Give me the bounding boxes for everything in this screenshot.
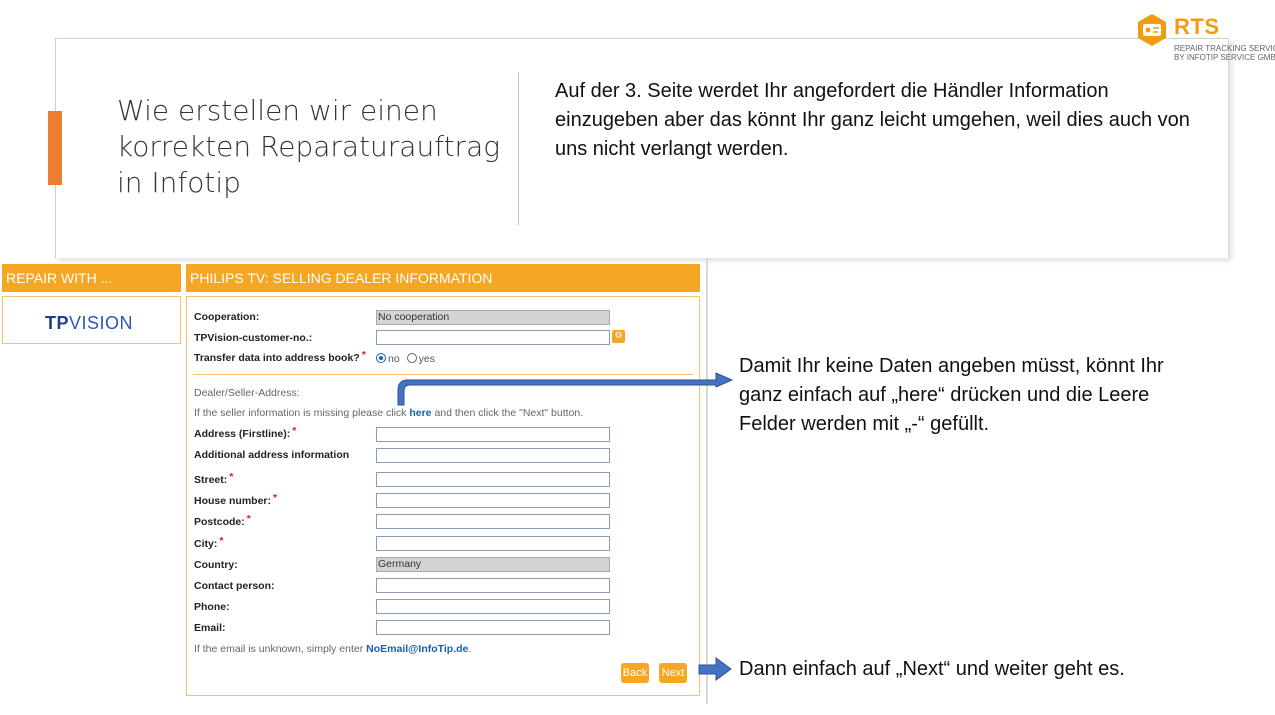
radio-yes[interactable] (406, 353, 417, 363)
street-label: Street: * (194, 471, 234, 486)
next-annotation: Dann einfach auf „Next“ und weiter geht … (739, 658, 1125, 680)
brand-selector-panel[interactable]: TPVISION (2, 296, 181, 344)
customer-search-icon[interactable]: ⚙ (612, 330, 625, 343)
address-label: Address (Firstline): * (194, 425, 297, 440)
transfer-label-text: Transfer data into address book? (194, 352, 360, 364)
title-accent-bar (48, 111, 62, 185)
house-label-text: House number: (194, 495, 272, 507)
city-input[interactable] (376, 536, 610, 551)
customer-no-label: TPVision-customer-no.: (194, 332, 313, 344)
required-mark: * (273, 492, 278, 504)
email-hint-before: If the email is unknown, simply enter (194, 643, 364, 655)
country-field: Germany (376, 557, 610, 572)
house-number-label: House number: * (194, 492, 278, 507)
postcode-label: Postcode: * (194, 513, 251, 528)
house-number-input[interactable] (376, 493, 610, 508)
rts-logo-subtitle-line2: BY INFOTIP SERVICE GMBH (1174, 53, 1275, 62)
missing-hint-before: If the seller information is missing ple… (194, 407, 407, 419)
slide-divider-vertical (706, 258, 708, 704)
here-link[interactable]: here (409, 407, 431, 419)
email-hint: If the email is unknown, simply enter No… (194, 643, 471, 655)
required-mark: * (246, 513, 251, 525)
repair-with-header: REPAIR WITH ... (2, 264, 181, 292)
additional-address-label: Additional address information (194, 449, 350, 461)
required-mark: * (361, 349, 366, 361)
email-input[interactable] (376, 620, 610, 635)
required-mark: * (292, 425, 297, 437)
next-arrow-icon (698, 657, 732, 681)
slide-title: Wie erstellen wir einen korrekten Repara… (117, 94, 501, 199)
cooperation-field: No cooperation (376, 310, 610, 325)
city-label-text: City: (194, 538, 218, 550)
tpvision-logo[interactable]: TPVISION (45, 313, 133, 334)
radio-no[interactable] (376, 353, 386, 363)
form-section-divider (193, 374, 693, 375)
city-label: City: * (194, 535, 224, 550)
address-input[interactable] (376, 427, 610, 442)
transfer-radio-group: no yes (376, 353, 435, 365)
transfer-label: Transfer data into address book? * (194, 349, 366, 364)
required-mark: * (219, 535, 224, 547)
rts-logo: RTS REPAIR TRACKING SERVICE BY INFOTIP S… (1134, 12, 1275, 64)
rts-logo-name: RTS (1174, 14, 1220, 39)
back-button[interactable]: Back (621, 663, 649, 683)
street-input[interactable] (376, 472, 610, 487)
rts-logo-subtitle-line1: REPAIR TRACKING SERVICE (1174, 44, 1275, 53)
country-label: Country: (194, 559, 238, 571)
rts-logo-subtitle: REPAIR TRACKING SERVICE BY INFOTIP SERVI… (1174, 44, 1275, 62)
form-header: PHILIPS TV: SELLING DEALER INFORMATION (186, 264, 700, 292)
noemail-link[interactable]: NoEmail@InfoTip.de (366, 643, 468, 655)
phone-label: Phone: (194, 601, 230, 613)
tpvision-logo-bold: TP (45, 313, 70, 333)
dealer-section-heading: Dealer/Seller-Address: (194, 387, 300, 399)
contact-person-label: Contact person: (194, 580, 275, 592)
postcode-label-text: Postcode: (194, 516, 245, 528)
radio-yes-label: yes (418, 353, 435, 365)
additional-address-input[interactable] (376, 448, 610, 463)
here-annotation: Damit Ihr keine Daten angeben müsst, kön… (739, 355, 1164, 435)
street-label-text: Street: (194, 474, 228, 486)
missing-hint-after: and then click the "Next" button. (434, 407, 584, 419)
cooperation-label: Cooperation: (194, 311, 260, 323)
email-label: Email: (194, 622, 226, 634)
rts-logo-icon (1138, 14, 1166, 46)
required-mark: * (229, 471, 234, 483)
customer-no-input[interactable] (376, 330, 610, 345)
tpvision-logo-thin: VISION (69, 313, 134, 333)
address-label-text: Address (Firstline): (194, 428, 291, 440)
email-hint-after: . (468, 643, 472, 655)
postcode-input[interactable] (376, 514, 610, 529)
phone-input[interactable] (376, 599, 610, 614)
contact-person-input[interactable] (376, 578, 610, 593)
dealer-info-form: Cooperation: No cooperation TPVision-cus… (186, 296, 700, 696)
slide-intro-text: Auf der 3. Seite werdet Ihr angefordert … (555, 80, 1190, 160)
title-divider (518, 72, 519, 225)
missing-info-hint: If the seller information is missing ple… (194, 407, 583, 419)
radio-no-label: no (388, 353, 400, 365)
next-button[interactable]: Next (659, 663, 687, 683)
